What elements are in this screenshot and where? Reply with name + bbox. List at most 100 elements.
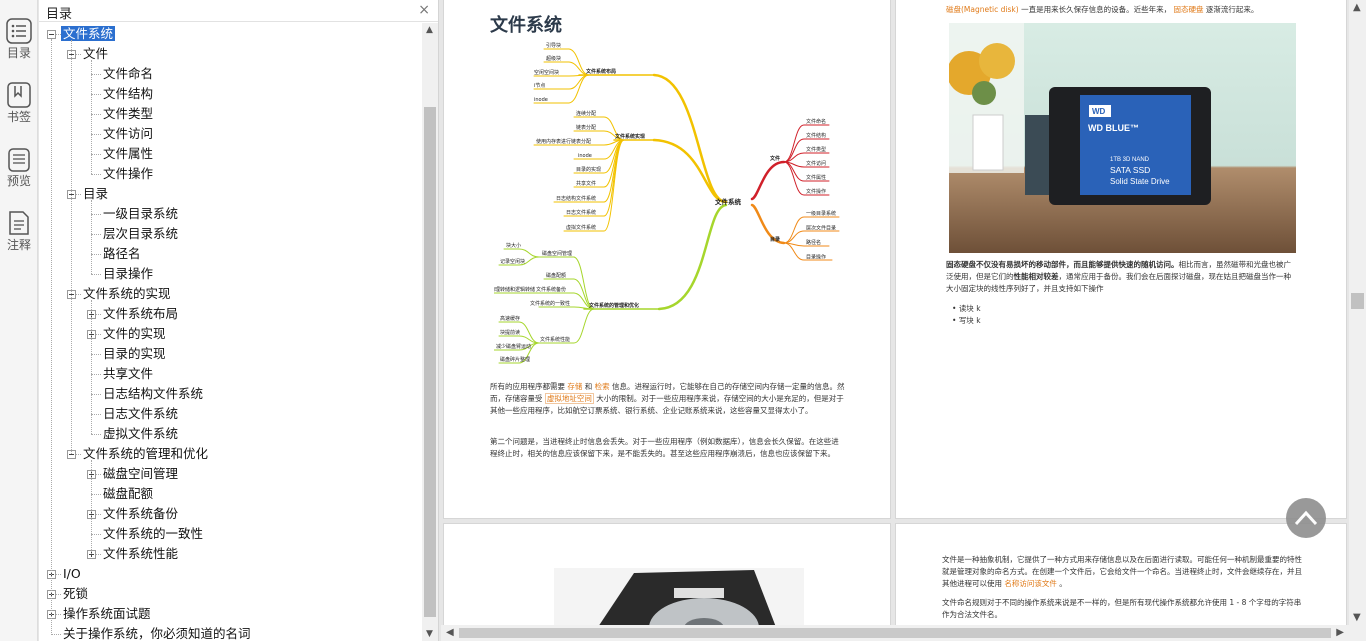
toc-item-label: 文件 <box>83 46 109 61</box>
tree-connector <box>91 494 101 495</box>
toc-item-label: 磁盘空间管理 <box>103 466 179 481</box>
toc-item[interactable]: 文件结构 <box>101 84 155 104</box>
toc-item[interactable]: 日志结构文件系统 <box>101 384 205 404</box>
toc-item[interactable]: 文件属性 <box>101 144 155 164</box>
collapse-icon[interactable] <box>47 30 56 39</box>
scroll-left-icon[interactable]: ◀ <box>446 627 454 638</box>
toc-item[interactable]: 文件系统的管理和优化 <box>81 444 210 464</box>
document-vscrollbar[interactable]: ▲ ▼ <box>1349 0 1366 641</box>
close-icon[interactable]: × <box>418 2 430 18</box>
document-hscroll-thumb[interactable] <box>459 628 1331 638</box>
mindmap-node: 路径名 <box>806 239 821 246</box>
toc-item[interactable]: 磁盘配额 <box>101 484 155 504</box>
toc-item[interactable]: 日志文件系统 <box>101 404 180 424</box>
toc-item[interactable]: 文件系统性能 <box>101 544 180 564</box>
toc-item[interactable]: 虚拟文件系统 <box>101 424 180 444</box>
toc-item[interactable]: 文件命名 <box>101 64 155 84</box>
tree-connector <box>51 634 61 635</box>
mindmap-node: 文件系统备份 <box>536 286 566 293</box>
toc-item[interactable]: I/O <box>61 564 83 584</box>
bullet-read: • 读块 k <box>952 304 981 313</box>
toc-item[interactable]: 文件访问 <box>101 124 155 144</box>
tree-connector <box>91 434 101 435</box>
toc-item[interactable]: 文件系统备份 <box>101 504 180 524</box>
toc-item[interactable]: 关于操作系统，你必须知道的名词 <box>61 624 253 641</box>
toc-item[interactable]: 文件类型 <box>101 104 155 124</box>
toc-item[interactable]: 文件系统的一致性 <box>101 524 205 544</box>
document-hscrollbar[interactable]: ◀ ▶ <box>441 625 1349 641</box>
toc-item[interactable]: 文件操作 <box>101 164 155 184</box>
document-view[interactable]: 文件系统 文件系统 文件系统布局 引导块 超级块 空闲空间块 i节点 inode… <box>441 0 1349 625</box>
bookmark-tab[interactable]: 书签 <box>0 76 38 132</box>
toc-item[interactable]: 路径名 <box>101 244 143 264</box>
toc-item[interactable]: 目录的实现 <box>101 344 168 364</box>
ssd-type: SATA SSD <box>1110 165 1150 175</box>
mindmap-node: 物理转储和逻辑转储 <box>494 286 535 293</box>
toc-item[interactable]: 文件 <box>81 44 110 64</box>
text-run: 存储 <box>567 382 583 391</box>
toc-item-label: 路径名 <box>103 246 141 261</box>
mindmap-node: 磁盘配额 <box>546 272 566 279</box>
toc-item-label: 文件结构 <box>103 86 154 101</box>
tree-connector <box>91 214 101 215</box>
toc-item-label: 文件命名 <box>103 66 154 81</box>
tree-connector <box>91 354 101 355</box>
page-4: 文件是一种抽象机制，它提供了一种方式用来存储信息以及在后面进行读取。可能任何一种… <box>895 523 1347 625</box>
scroll-right-icon[interactable]: ▶ <box>1336 627 1344 638</box>
scroll-up-icon[interactable]: ▲ <box>426 25 433 35</box>
mindmap-node: 文件命名 <box>806 118 826 125</box>
toc-item-label: 目录操作 <box>103 266 154 281</box>
text-run: 文件是一种抽象机制，它提供了一种方式用来存储信息以及在后面进行读取。可能任何一种… <box>942 555 1302 588</box>
toc-scroll-thumb[interactable] <box>424 107 436 617</box>
toc-item[interactable]: 死锁 <box>61 584 90 604</box>
mindmap-node: 共享文件 <box>576 180 596 187</box>
tree-guide <box>91 460 92 554</box>
mindmap-node: 虚拟文件系统 <box>566 224 596 231</box>
toc-item[interactable]: 文件的实现 <box>101 324 168 344</box>
scroll-down-icon[interactable]: ▼ <box>1353 612 1361 623</box>
toc-item-label: 虚拟文件系统 <box>103 426 179 441</box>
toc-scrollbar[interactable]: ▲ ▼ <box>422 23 438 641</box>
scroll-up-icon[interactable]: ▲ <box>1353 2 1361 13</box>
toc-item[interactable]: 层次目录系统 <box>101 224 180 244</box>
toc-item[interactable]: 文件系统 <box>61 24 116 44</box>
toc-item[interactable]: 共享文件 <box>101 364 155 384</box>
toc-item[interactable]: 一级目录系统 <box>101 204 180 224</box>
tree-connector <box>91 274 101 275</box>
toc-item[interactable]: 操作系统面试题 <box>61 604 153 624</box>
toc-item-label: 文件的实现 <box>103 326 166 341</box>
bookmark-tab-label: 书签 <box>6 110 31 124</box>
mindmap-node: 引导块 <box>546 42 561 49</box>
page-1: 文件系统 文件系统 文件系统布局 引导块 超级块 空闲空间块 i节点 inode… <box>443 0 891 519</box>
preview-tab[interactable]: 预览 <box>0 140 38 196</box>
mindmap-node: 记录空闲块 <box>500 258 525 265</box>
mindmap-node: 日志结构文件系统 <box>556 195 596 202</box>
toc-item[interactable]: 磁盘空间管理 <box>101 464 180 484</box>
toc-item[interactable]: 目录操作 <box>101 264 155 284</box>
toc-item[interactable]: 文件系统布局 <box>101 304 180 324</box>
mindmap-branch: 目录 <box>770 236 780 243</box>
reader-app: 目录 书签 预览 注释 目录 × 文件系统 文件 文件命名 文件结构 文件类型 … <box>0 0 1366 641</box>
bookmark-icon <box>7 82 31 108</box>
mindmap-node: 磁盘空间管理 <box>542 250 572 257</box>
hdd-photo <box>554 568 804 625</box>
text-run: 逐渐流行起来。 <box>1203 5 1259 14</box>
page4-para2: 文件命名规则对于不同的操作系统来说是不一样的，但是所有现代操作系统都允许使用 1… <box>942 598 1302 619</box>
toc-item[interactable]: 目录 <box>81 184 110 204</box>
annotation-tab[interactable]: 注释 <box>0 204 38 260</box>
text-run: 检索 <box>594 382 610 391</box>
scroll-down-icon[interactable]: ▼ <box>426 629 433 639</box>
text-run: 固态硬盘 <box>1173 5 1204 14</box>
tree-connector <box>91 534 101 535</box>
toc-item[interactable]: 文件系统的实现 <box>81 284 173 304</box>
tree-connector <box>91 134 101 135</box>
toc-item-label: 层次目录系统 <box>103 226 179 241</box>
mindmap-node: i节点 <box>534 83 545 89</box>
document-vscroll-thumb[interactable] <box>1351 293 1364 309</box>
scroll-to-top-button[interactable] <box>1286 498 1326 538</box>
tree-connector <box>91 94 101 95</box>
toc-tab[interactable]: 目录 <box>0 12 38 68</box>
text-run: 所有的应用程序都需要 <box>490 382 568 391</box>
svg-text:WD: WD <box>1092 107 1106 116</box>
ssd-brand: WD BLUE™ <box>1088 123 1139 133</box>
